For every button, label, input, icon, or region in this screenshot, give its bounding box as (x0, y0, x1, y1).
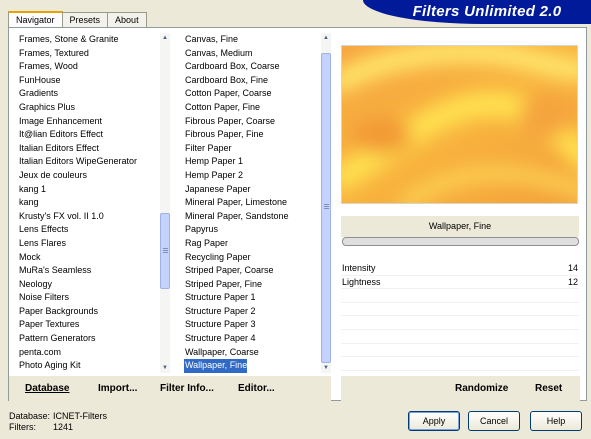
scroll-down-arrow-icon[interactable]: ▼ (160, 363, 170, 373)
category-item[interactable]: Frames, Stone & Granite (18, 33, 158, 47)
filter-item[interactable]: Cardboard Box, Fine (184, 74, 319, 88)
database-label: Database: (9, 411, 51, 421)
filter-item[interactable]: Structure Paper 1 (184, 291, 319, 305)
filters-unlimited-dialog: Filters Unlimited 2.0 Navigator Presets … (0, 0, 591, 439)
tab-presets[interactable]: Presets (61, 12, 109, 27)
filter-item[interactable]: Canvas, Medium (184, 47, 319, 61)
param-label: Lightness (342, 276, 381, 287)
param-label: Intensity (342, 263, 376, 273)
randomize-button[interactable]: Randomize (455, 383, 508, 394)
category-item[interactable]: Italian Editors WipeGenerator (18, 155, 158, 169)
navigator-panel: Frames, Stone & Granite Frames, Textured F… (8, 27, 587, 401)
filter-item[interactable]: Canvas, Fine (184, 33, 319, 47)
status-info: Database: ICNET-Filters Filters: 1241 (9, 411, 107, 433)
filter-item[interactable]: Cotton Paper, Coarse (184, 87, 319, 101)
filter-item[interactable]: Cardboard Box, Coarse (184, 60, 319, 74)
filter-item[interactable]: Mineral Paper, Sandstone (184, 210, 319, 224)
database-value: ICNET-Filters (53, 411, 107, 421)
filter-preview-image (341, 45, 578, 204)
category-list[interactable]: Frames, Stone & Granite Frames, Textured F… (18, 33, 158, 373)
filter-scroll-thumb[interactable] (321, 53, 331, 363)
scroll-up-arrow-icon[interactable]: ▲ (160, 33, 170, 43)
tab-about[interactable]: About (107, 12, 147, 27)
filter-item[interactable]: Hemp Paper 1 (184, 155, 319, 169)
filter-item[interactable]: Wallpaper, Fine (184, 358, 248, 373)
filter-list[interactable]: Canvas, Fine Canvas, Medium Cardboard Box,… (184, 33, 319, 373)
filter-item[interactable]: Striped Paper, Coarse (184, 264, 319, 278)
category-item[interactable]: Gradients (18, 87, 158, 101)
filter-item[interactable]: Recycling Paper (184, 251, 319, 265)
database-button[interactable]: Database (25, 383, 69, 394)
scroll-down-arrow-icon[interactable]: ▼ (321, 363, 331, 373)
category-item[interactable]: Krusty's FX vol. II 1.0 (18, 210, 158, 224)
category-item[interactable]: Pattern Generators (18, 332, 158, 346)
param-row-intensity[interactable]: Intensity 14 (341, 262, 579, 276)
category-item[interactable]: Paper Backgrounds (18, 305, 158, 319)
filter-item[interactable]: Filter Paper (184, 142, 319, 156)
filter-item[interactable]: Fibrous Paper, Coarse (184, 115, 319, 129)
category-item[interactable]: kang (18, 196, 158, 210)
window-title: Filters Unlimited 2.0 (412, 3, 562, 20)
apply-button[interactable]: Apply (408, 411, 460, 431)
param-row-empty (341, 289, 579, 303)
filter-item[interactable]: Rag Paper (184, 237, 319, 251)
category-item[interactable]: Jeux de couleurs (18, 169, 158, 183)
import-button[interactable]: Import... (98, 383, 137, 394)
filters-count-label: Filters: (9, 422, 36, 432)
filter-item[interactable]: Wallpaper, Coarse (184, 346, 319, 360)
filter-scrollbar[interactable]: ▲ ▼ (321, 33, 331, 373)
category-item[interactable]: Frames, Wood (18, 60, 158, 74)
category-item[interactable]: Mock (18, 251, 158, 265)
category-item[interactable]: FunHouse (18, 74, 158, 88)
filter-item[interactable]: Mineral Paper, Limestone (184, 196, 319, 210)
tab-navigator[interactable]: Navigator (8, 11, 63, 27)
param-row-empty (341, 344, 579, 358)
param-row-empty (341, 357, 579, 371)
filter-item[interactable]: Japanese Paper (184, 183, 319, 197)
category-item[interactable]: Neology (18, 278, 158, 292)
parameter-list: Intensity 14 Lightness 12 (341, 262, 579, 375)
category-scrollbar[interactable]: ▲ ▼ (160, 33, 170, 373)
category-item[interactable]: Italian Editors Effect (18, 142, 158, 156)
filter-item[interactable]: Structure Paper 3 (184, 318, 319, 332)
category-item[interactable]: Lens Effects (18, 223, 158, 237)
category-item[interactable]: Noise Filters (18, 291, 158, 305)
category-item[interactable]: Paper Textures (18, 318, 158, 332)
param-value: 12 (567, 276, 578, 287)
category-item[interactable]: It@lian Editors Effect (18, 128, 158, 142)
filter-item[interactable]: Structure Paper 4 (184, 332, 319, 346)
filter-item[interactable]: Hemp Paper 2 (184, 169, 319, 183)
parameter-slider[interactable] (342, 237, 579, 246)
filter-item[interactable]: Cotton Paper, Fine (184, 101, 319, 115)
category-item[interactable]: MuRa's Seamless (18, 264, 158, 278)
param-row-lightness[interactable]: Lightness 12 (341, 276, 579, 290)
selected-filter-name: Wallpaper, Fine (341, 216, 579, 237)
category-item[interactable]: penta.com (18, 346, 158, 360)
param-row-empty (341, 316, 579, 330)
filter-item[interactable]: Fibrous Paper, Fine (184, 128, 319, 142)
param-value: 14 (567, 263, 578, 273)
category-item[interactable]: kang 1 (18, 183, 158, 197)
cancel-button[interactable]: Cancel (468, 411, 520, 431)
filters-count-value: 1241 (53, 422, 74, 432)
scroll-up-arrow-icon[interactable]: ▲ (321, 33, 331, 43)
category-scroll-thumb[interactable] (160, 213, 170, 289)
category-item[interactable]: Photo Aging Kit (18, 359, 158, 373)
filter-item[interactable]: Papyrus (184, 223, 319, 237)
category-item[interactable]: Lens Flares (18, 237, 158, 251)
param-row-empty (341, 303, 579, 317)
reset-button[interactable]: Reset (535, 383, 562, 394)
filter-item[interactable]: Structure Paper 2 (184, 305, 319, 319)
help-button[interactable]: Help (530, 411, 582, 431)
category-item[interactable]: Image Enhancement (18, 115, 158, 129)
param-row-empty (341, 330, 579, 344)
filter-item[interactable]: Striped Paper, Fine (184, 278, 319, 292)
tab-strip: Navigator Presets About (8, 11, 147, 27)
editor-button[interactable]: Editor... (238, 383, 275, 394)
category-item[interactable]: Graphics Plus (18, 101, 158, 115)
filter-info-button[interactable]: Filter Info... (160, 383, 214, 394)
category-item[interactable]: Frames, Textured (18, 47, 158, 61)
